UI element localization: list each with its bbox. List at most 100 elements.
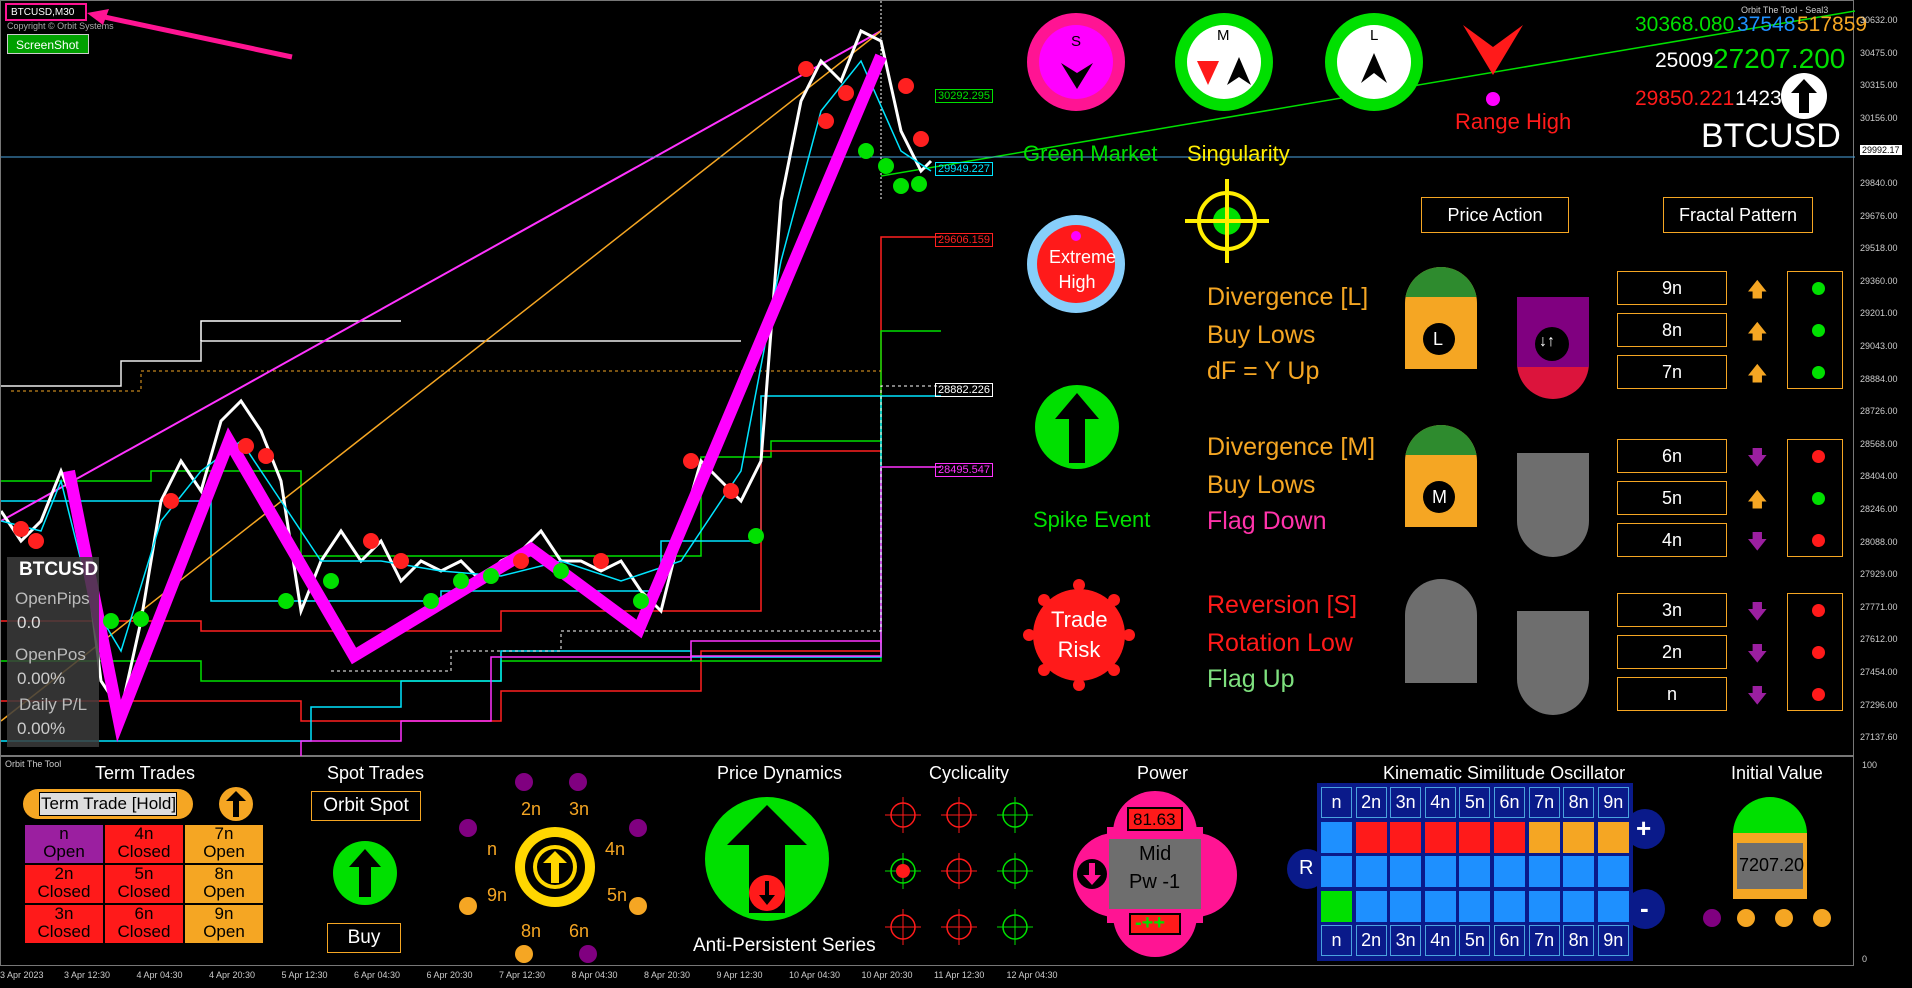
orbit-node: 2n [521,799,542,819]
orbit-node: 4n [605,839,626,859]
arrow-up-icon: 🡅 [1747,279,1768,301]
fractal-row-box[interactable]: 9n [1617,271,1727,305]
arrows-icon [1197,57,1251,85]
badge-s [1405,579,1477,683]
signal-line: Divergence [M] [1207,433,1376,461]
signal-line: Flag Up [1207,665,1295,693]
up-arrow-icon [543,851,567,883]
term-cell[interactable]: 5n Closed [105,865,183,903]
fractal-row-box[interactable]: 8n [1617,313,1727,347]
term-trade-toggle[interactable]: Term Trade [Hold] [23,789,193,819]
sub-axis-top: 100 [1862,760,1878,770]
term-cell-status: Closed [37,922,91,941]
term-cell[interactable]: 4n Closed [105,825,183,863]
kso-cell [1563,856,1595,888]
kso-cell [1597,856,1629,888]
kso-cell [1459,821,1491,853]
term-cell[interactable]: 9n Open [185,905,263,943]
price-tick: 29360.00 [1860,275,1898,286]
kso-cell [1321,856,1352,888]
term-cell-status: Open [43,842,85,861]
dial-s: S [1027,13,1125,111]
kso-cell [1424,890,1456,922]
term-cell[interactable]: 8n Open [185,865,263,903]
signal-line: Divergence [L] [1207,283,1369,311]
time-tick: 4 Apr 20:30 [209,970,256,980]
signal-line: Buy Lows [1207,471,1316,499]
fractal-row-label: 4n [1661,530,1683,550]
badge-m: M [1405,425,1477,527]
fractal-row-box[interactable]: 7n [1617,355,1727,389]
screenshot-button[interactable]: ScreenShot [7,34,89,54]
cycle-crosshair-icon [941,909,977,945]
price-action-label: Price Action [1447,205,1543,225]
price-tick: 27137.60 [1860,732,1898,743]
term-cell[interactable]: 2n Closed [25,865,103,903]
fractal-pattern-header[interactable]: Fractal Pattern [1663,197,1813,233]
fractal-dot-group [1787,593,1843,711]
price-action-header[interactable]: Price Action [1421,197,1569,233]
time-tick: 6 Apr 20:30 [426,970,473,980]
cycle-crosshair-icon [997,853,1033,889]
value-2: 37548 [1737,13,1796,36]
dial-m-label: M [1217,27,1230,44]
cyclicality-grid [885,797,1033,945]
term-cell[interactable]: 7n Open [185,825,263,863]
screenshot-button-label: ScreenShot [16,38,79,52]
term-cell-id: 7n [214,824,234,843]
kso-cell [1459,856,1491,888]
value-4: 25009 [1655,49,1714,72]
kso-cell [1597,821,1629,853]
kso-header-cell: 3n [1390,925,1422,957]
kso-header-cell: 9n [1597,787,1629,818]
level-label: 30292.295 [935,89,993,103]
time-tick: 3 Apr 12:30 [64,970,111,980]
price-tick: 28884.00 [1860,373,1898,384]
value-3: 517859 [1797,13,1868,36]
orbit-spot-button[interactable]: Orbit Spot [311,791,421,821]
time-tick: 8 Apr 04:30 [571,970,618,980]
kso-header-cell: n [1321,787,1352,818]
time-tick: 9 Apr 12:30 [716,970,763,980]
dial-l: L [1325,13,1423,111]
fractal-dot-group [1787,271,1843,389]
term-cell[interactable]: 3n Closed [25,905,103,943]
symbol-tab[interactable]: BTCUSD,M30 [5,3,87,21]
kso-header-cell: 6n [1494,787,1525,818]
term-cell-id: 2n [54,864,74,883]
singularity-label: Singularity [1187,141,1290,166]
open-pips-value: 0.0 [17,613,41,632]
fractal-row-box[interactable]: 2n [1617,635,1727,669]
price-axis: 30632.00 30475.00 30315.00 30156.00 29992.17… [1858,1,1912,757]
term-trade-button-label: Term Trade [Hold] [41,794,177,813]
kso-cell [1494,821,1525,853]
term-cell[interactable]: 6n Closed [105,905,183,943]
arrow-up-icon [1361,53,1387,83]
open-pips-label: OpenPips [15,589,90,608]
power-signs: -++ [1135,912,1166,934]
price-tick: 27454.00 [1860,667,1898,677]
orbit-node: n [487,839,498,859]
fractal-row-box[interactable]: 6n [1617,439,1727,473]
kso-cell [1355,856,1387,888]
orbit-label: Orbit The Tool [5,759,62,769]
price-dynamics-indicator [705,797,829,921]
buy-button[interactable]: Buy [327,923,401,953]
cycle-crosshair-icon [941,797,977,833]
time-axis: 3 Apr 2023 3 Apr 12:30 4 Apr 04:30 4 Apr 20… [0,966,1854,988]
kso-cell [1390,821,1422,853]
arrow-up-icon: 🡅 [1747,321,1768,343]
kso-cell [1321,821,1352,853]
term-cell[interactable]: n Open [25,825,103,863]
term-cell-status: Open [203,922,245,941]
badge-l: L [1405,267,1477,369]
fractal-row-label: 8n [1661,320,1683,340]
fractal-row-box[interactable]: 5n [1617,481,1727,515]
price-tick: 29676.00 [1860,210,1898,221]
symbol-big-label: BTCUSD [1701,117,1841,155]
fractal-row-box[interactable]: 4n [1617,523,1727,557]
cycle-crosshair-icon [941,853,977,889]
fractal-row-box[interactable]: n [1617,677,1727,711]
main-chart[interactable]: BTCUSD,M30 Copyright © Orbit Systems Scr… [0,0,1902,757]
fractal-row-box[interactable]: 3n [1617,593,1727,627]
